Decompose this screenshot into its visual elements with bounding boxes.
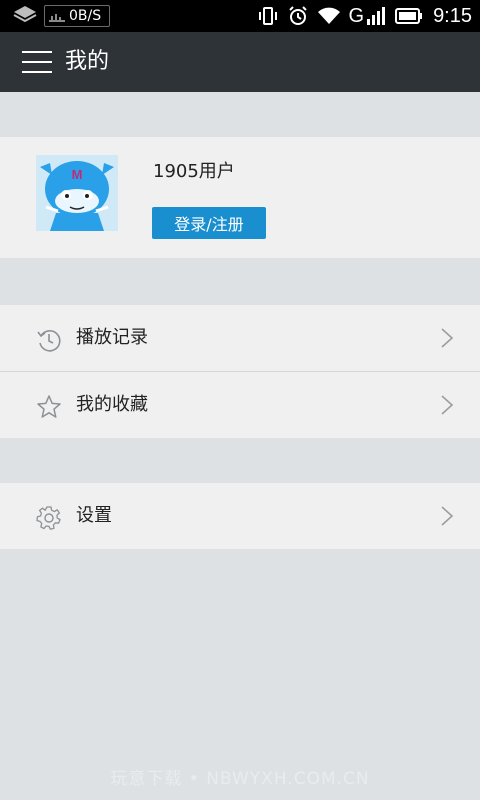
login-register-button[interactable]: 登录/注册 xyxy=(152,207,266,239)
menu-item-label: 设置 xyxy=(76,505,112,526)
star-icon xyxy=(37,395,61,418)
net-graph-icon xyxy=(49,14,65,22)
action-bar: 我的 xyxy=(0,32,480,92)
page-title: 我的 xyxy=(65,49,110,74)
chevron-right-icon xyxy=(441,506,454,526)
menu-item-favorites[interactable]: 我的收藏 xyxy=(0,372,480,438)
wifi-icon xyxy=(317,6,341,26)
watermark: 玩意下载 • NBWYXH.COM.CN xyxy=(110,769,370,789)
chevron-right-icon xyxy=(441,395,454,415)
alarm-icon xyxy=(287,5,309,27)
menu-item-label: 播放记录 xyxy=(76,327,148,348)
clock-time: 9:15 xyxy=(433,4,472,27)
status-right: G 9:15 xyxy=(249,0,472,32)
status-bar: 0B/S G 9:15 xyxy=(0,0,480,32)
net-speed-text: 0B/S xyxy=(69,8,102,24)
notification-app-icon xyxy=(12,4,38,28)
avatar[interactable]: M xyxy=(36,155,118,231)
username: 1905用户 xyxy=(153,161,235,182)
network-type-label: G xyxy=(348,4,365,27)
menu-item-settings[interactable]: 设置 xyxy=(0,483,480,549)
history-icon xyxy=(37,330,61,352)
battery-icon xyxy=(395,8,423,24)
gear-icon xyxy=(36,506,61,530)
avatar-logo-mark: M xyxy=(72,167,83,182)
cell-signal-icon: G xyxy=(349,5,388,28)
profile-card: M 1905用户 登录/注册 xyxy=(0,137,480,258)
menu-icon[interactable] xyxy=(22,51,52,75)
menu-item-play-history[interactable]: 播放记录 xyxy=(0,305,480,371)
menu-item-label: 我的收藏 xyxy=(76,394,148,415)
chevron-right-icon xyxy=(441,328,454,348)
net-speed-indicator: 0B/S xyxy=(44,5,111,27)
status-left: 0B/S xyxy=(12,4,111,28)
vibrate-icon xyxy=(257,5,279,27)
